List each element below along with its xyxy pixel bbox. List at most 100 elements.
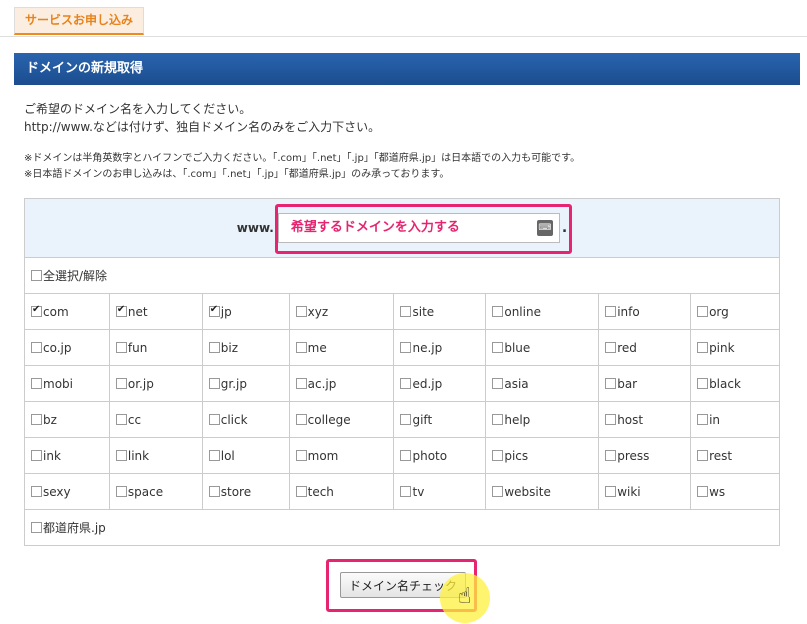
tld-label-gift[interactable]: gift xyxy=(412,413,432,427)
tld-checkbox-help[interactable] xyxy=(492,413,504,425)
tld-label-info[interactable]: info xyxy=(617,305,640,319)
tld-label-ink[interactable]: ink xyxy=(43,449,61,463)
select-all-checkbox[interactable] xyxy=(31,270,42,281)
tld-checkbox-rest[interactable] xyxy=(697,449,709,461)
tld-label-website[interactable]: website xyxy=(504,485,551,499)
tld-checkbox-sexy[interactable] xyxy=(31,485,42,497)
tld-checkbox-org[interactable] xyxy=(697,305,709,317)
tld-label-pics[interactable]: pics xyxy=(504,449,528,463)
tld-label-lol[interactable]: lol xyxy=(221,449,235,463)
tab-service-application[interactable]: サービスお申し込み xyxy=(14,7,144,35)
tld-label-fun[interactable]: fun xyxy=(128,341,147,355)
tld-checkbox-red[interactable] xyxy=(605,341,617,353)
tld-label-jp[interactable]: jp xyxy=(221,305,232,319)
select-all-label[interactable]: 全選択/解除 xyxy=(43,269,107,283)
tld-label-or-jp[interactable]: or.jp xyxy=(128,377,154,391)
tld-label-black[interactable]: black xyxy=(709,377,741,391)
tld-checkbox-lol[interactable] xyxy=(208,449,220,461)
tld-label-ws[interactable]: ws xyxy=(709,485,725,499)
tld-label-net[interactable]: net xyxy=(128,305,148,319)
tld-checkbox-jp[interactable] xyxy=(208,304,220,317)
tld-label-mom[interactable]: mom xyxy=(308,449,339,463)
tld-label-bar[interactable]: bar xyxy=(617,377,637,391)
tld-checkbox-or-jp[interactable] xyxy=(115,377,127,389)
tld-checkbox-com[interactable] xyxy=(31,304,42,317)
tld-checkbox-black[interactable] xyxy=(697,377,709,389)
tld-checkbox-pics[interactable] xyxy=(492,449,504,461)
tld-checkbox-bar[interactable] xyxy=(605,377,617,389)
tld-label-press[interactable]: press xyxy=(617,449,649,463)
tld-checkbox-cc[interactable] xyxy=(115,413,127,425)
tld-label-biz[interactable]: biz xyxy=(221,341,238,355)
tld-checkbox-space[interactable] xyxy=(115,485,127,497)
tld-label-in[interactable]: in xyxy=(709,413,720,427)
tld-label-mobi[interactable]: mobi xyxy=(43,377,73,391)
tld-checkbox-wiki[interactable] xyxy=(605,485,617,497)
tld-label-com[interactable]: com xyxy=(43,305,69,319)
tld-checkbox-website[interactable] xyxy=(492,485,504,497)
tld-checkbox-host[interactable] xyxy=(605,413,617,425)
tld-checkbox-press[interactable] xyxy=(605,449,617,461)
tld-label-online[interactable]: online xyxy=(504,305,541,319)
tld-checkbox-link[interactable] xyxy=(115,449,127,461)
tld-checkbox-ws[interactable] xyxy=(697,485,709,497)
tld-checkbox-mom[interactable] xyxy=(295,449,307,461)
tld-checkbox-in[interactable] xyxy=(697,413,709,425)
tld-label-gr-jp[interactable]: gr.jp xyxy=(221,377,247,391)
tld-checkbox-gift[interactable] xyxy=(400,413,412,425)
tld-checkbox-ed-jp[interactable] xyxy=(400,377,412,389)
tld-checkbox-mobi[interactable] xyxy=(31,377,42,389)
tld-label-ac-jp[interactable]: ac.jp xyxy=(308,377,337,391)
tld-checkbox-pink[interactable] xyxy=(697,341,709,353)
tld-checkbox-tv[interactable] xyxy=(400,485,412,497)
tld-label-wiki[interactable]: wiki xyxy=(617,485,640,499)
tld-label-host[interactable]: host xyxy=(617,413,643,427)
tld-checkbox-me[interactable] xyxy=(295,341,307,353)
tld-label-red[interactable]: red xyxy=(617,341,637,355)
tld-checkbox-ne-jp[interactable] xyxy=(400,341,412,353)
tld-checkbox-prefecture-jp[interactable] xyxy=(31,522,42,533)
tld-checkbox-blue[interactable] xyxy=(492,341,504,353)
tld-label-org[interactable]: org xyxy=(709,305,729,319)
tld-checkbox-co-jp[interactable] xyxy=(31,341,42,353)
tld-checkbox-store[interactable] xyxy=(208,485,220,497)
tld-label-asia[interactable]: asia xyxy=(504,377,528,391)
tld-label-me[interactable]: me xyxy=(308,341,327,355)
tld-label-sexy[interactable]: sexy xyxy=(43,485,71,499)
tld-checkbox-info[interactable] xyxy=(605,305,617,317)
tld-checkbox-site[interactable] xyxy=(400,305,412,317)
tld-checkbox-net[interactable] xyxy=(115,304,127,317)
tld-label-help[interactable]: help xyxy=(504,413,530,427)
tld-label-ne-jp[interactable]: ne.jp xyxy=(412,341,442,355)
tld-label-store[interactable]: store xyxy=(221,485,251,499)
tld-checkbox-click[interactable] xyxy=(208,413,220,425)
tld-checkbox-asia[interactable] xyxy=(492,377,504,389)
tld-label-co-jp[interactable]: co.jp xyxy=(43,341,72,355)
tld-checkbox-college[interactable] xyxy=(295,413,307,425)
tld-label-ed-jp[interactable]: ed.jp xyxy=(412,377,442,391)
tld-checkbox-bz[interactable] xyxy=(31,413,42,425)
tld-label-click[interactable]: click xyxy=(221,413,248,427)
tld-label-space[interactable]: space xyxy=(128,485,163,499)
tld-label-college[interactable]: college xyxy=(308,413,351,427)
tld-label-blue[interactable]: blue xyxy=(504,341,530,355)
tld-label-cc[interactable]: cc xyxy=(128,413,141,427)
tld-label-tv[interactable]: tv xyxy=(412,485,424,499)
tld-label-pink[interactable]: pink xyxy=(709,341,735,355)
tld-checkbox-tech[interactable] xyxy=(295,485,307,497)
tld-checkbox-ac-jp[interactable] xyxy=(295,377,307,389)
tld-checkbox-ink[interactable] xyxy=(31,449,42,461)
tld-checkbox-photo[interactable] xyxy=(400,449,412,461)
tld-label-prefecture-jp[interactable]: 都道府県.jp xyxy=(43,521,106,535)
tld-label-rest[interactable]: rest xyxy=(709,449,732,463)
tld-checkbox-online[interactable] xyxy=(492,305,504,317)
tld-label-link[interactable]: link xyxy=(128,449,149,463)
tld-label-xyz[interactable]: xyz xyxy=(308,305,329,319)
tld-label-photo[interactable]: photo xyxy=(412,449,447,463)
tld-label-bz[interactable]: bz xyxy=(43,413,57,427)
tld-checkbox-gr-jp[interactable] xyxy=(208,377,220,389)
tld-label-tech[interactable]: tech xyxy=(308,485,334,499)
tld-checkbox-fun[interactable] xyxy=(115,341,127,353)
tld-checkbox-xyz[interactable] xyxy=(295,305,307,317)
tld-checkbox-biz[interactable] xyxy=(208,341,220,353)
